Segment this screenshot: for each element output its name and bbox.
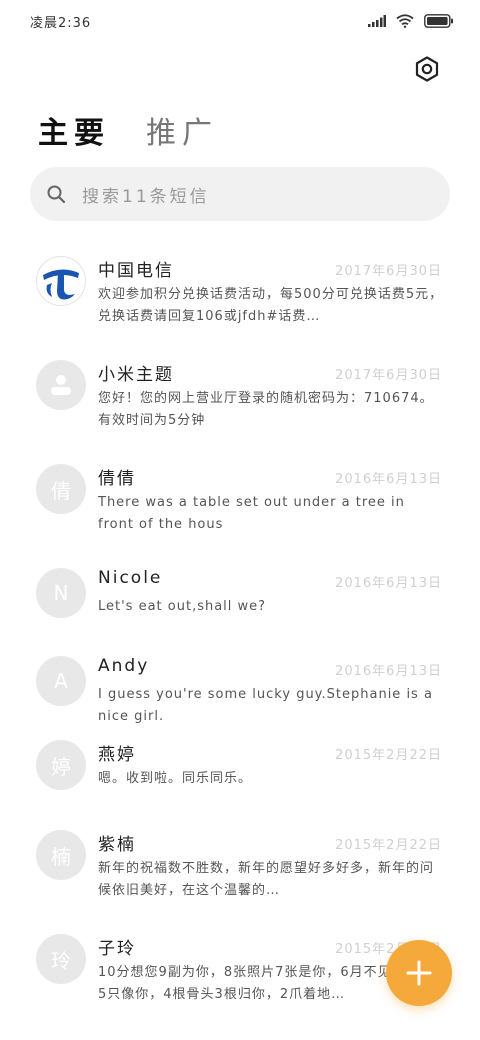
status-bar: 凌晨2:36 (0, 0, 480, 44)
settings-icon (415, 56, 439, 82)
avatar: 楠 (36, 830, 86, 880)
message-date: 2016年6月13日 (335, 664, 442, 679)
tab-promotions[interactable]: 推广 (146, 108, 218, 152)
message-preview: 嗯。收到啦。同乐同乐。 (98, 771, 253, 786)
china-telecom-logo-icon (43, 269, 79, 300)
sender-name: 燕婷 (98, 745, 136, 765)
avatar: 婷 (36, 740, 86, 790)
new-message-button[interactable] (386, 940, 452, 1006)
settings-button[interactable] (410, 52, 444, 86)
message-date: 2017年6月30日 (335, 264, 442, 279)
message-preview: 新年的祝福数不胜数，新年的愿望好多好多，新年的问候依旧美好，在这个温馨的… (98, 861, 435, 898)
search-placeholder: 搜索11条短信 (82, 186, 210, 207)
sender-name: 中国电信 (98, 261, 174, 281)
message-date: 2015年2月22日 (335, 748, 442, 763)
avatar: A (36, 656, 86, 706)
avatar (36, 256, 86, 306)
sender-name: 子玲 (98, 939, 136, 959)
battery-icon (424, 14, 453, 28)
message-item[interactable]: 楠 紫楠 2015年2月22日 新年的祝福数不胜数，新年的愿望好多好多，新年的问… (0, 814, 480, 918)
message-date: 2015年2月22日 (335, 838, 442, 853)
message-item[interactable]: 倩 倩倩 2016年6月13日 There was a table set ou… (0, 448, 480, 552)
message-item[interactable]: A Andy 2016年6月13日 I guess you're some lu… (0, 640, 480, 724)
avatar: N (36, 568, 86, 618)
message-preview: I guess you're some lucky guy.Stephanie … (98, 687, 433, 724)
signal-icon (368, 15, 386, 27)
message-item[interactable]: 中国电信 2017年6月30日 欢迎参加积分兑换话费活动，每500分可兑换话费5… (0, 240, 480, 344)
message-date: 2016年6月13日 (335, 576, 442, 591)
message-preview: Let's eat out,shall we? (98, 599, 267, 614)
message-date: 2017年6月30日 (335, 368, 442, 383)
sender-name: 小米主题 (98, 365, 174, 385)
person-icon (51, 375, 71, 395)
message-preview: 欢迎参加积分兑换话费活动，每500分可兑换话费5元，兑换话费请回复106或jfd… (98, 287, 444, 324)
message-item[interactable]: 婷 燕婷 2015年2月22日 嗯。收到啦。同乐同乐。 (0, 724, 480, 814)
avatar (36, 360, 86, 410)
search-input[interactable]: 搜索11条短信 (30, 167, 450, 221)
sender-name: Andy (98, 656, 150, 676)
tab-bar: 主要 推广 (38, 108, 218, 152)
message-preview: 您好！您的网上营业厅登录的随机密码为：710674。有效时间为5分钟 (98, 391, 434, 428)
search-icon (47, 185, 66, 204)
plus-icon (406, 960, 432, 986)
message-date: 2016年6月13日 (335, 472, 442, 487)
message-preview: There was a table set out under a tree i… (98, 495, 405, 532)
status-icons (368, 14, 454, 28)
sender-name: Nicole (98, 568, 163, 588)
avatar: 倩 (36, 464, 86, 514)
status-time: 凌晨2:36 (30, 16, 92, 31)
sender-name: 倩倩 (98, 469, 136, 489)
message-item[interactable]: N Nicole 2016年6月13日 Let's eat out,shall … (0, 552, 480, 640)
tab-main[interactable]: 主要 (38, 108, 110, 152)
message-list: 中国电信 2017年6月30日 欢迎参加积分兑换话费活动，每500分可兑换话费5… (0, 240, 480, 1022)
sender-name: 紫楠 (98, 835, 136, 855)
message-item[interactable]: 小米主题 2017年6月30日 您好！您的网上营业厅登录的随机密码为：71067… (0, 344, 480, 448)
avatar: 玲 (36, 934, 86, 984)
wifi-icon (396, 14, 414, 28)
